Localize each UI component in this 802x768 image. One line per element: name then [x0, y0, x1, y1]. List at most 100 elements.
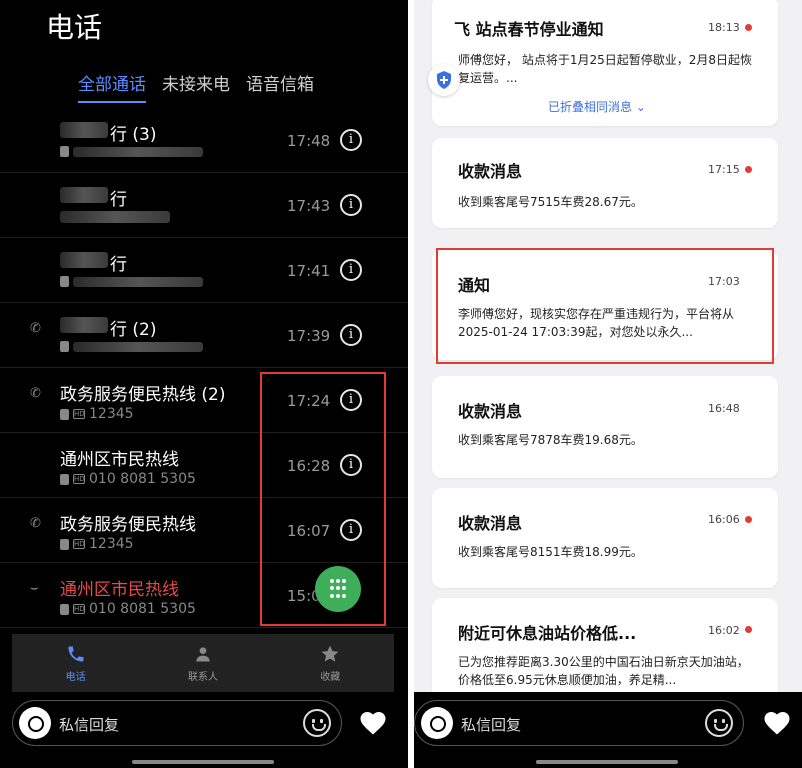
- message-card[interactable]: 收款消息 16:06 收到乘客尾号8151车费18.99元。: [432, 488, 778, 588]
- redaction: [60, 211, 170, 223]
- redaction: [60, 317, 108, 333]
- redaction: [60, 187, 108, 203]
- unread-dot: [745, 626, 752, 633]
- dialpad-button[interactable]: [315, 566, 361, 612]
- call-name: 政务服务便民热线: [60, 515, 196, 535]
- call-row[interactable]: 行 (3) 17:48 i: [0, 108, 408, 173]
- camera-icon[interactable]: [421, 707, 453, 739]
- call-name: 行 (3): [110, 125, 157, 145]
- reply-bar-right: 私信回复: [414, 700, 744, 746]
- call-number-text: 010 8081 5305: [89, 471, 196, 487]
- nav-item-phone[interactable]: 电话: [36, 644, 116, 683]
- card-body: 已为您推荐距离3.30公里的中国石油日新京天加油站，价格低至6.95元休息顺便加…: [458, 655, 749, 687]
- shield-glyph: [437, 71, 451, 89]
- collapsed-messages-link[interactable]: 已折叠相同消息 ⌄: [548, 98, 646, 115]
- outgoing-call-icon: ✆: [30, 321, 41, 336]
- message-card[interactable]: 收款消息 17:15 收到乘客尾号7515车费28.67元。: [432, 138, 778, 228]
- call-time: 17:41: [287, 262, 331, 280]
- nav-label: 联系人: [187, 671, 218, 683]
- tab-missed-calls[interactable]: 未接来电: [162, 70, 230, 103]
- call-number: HD 12345: [60, 536, 134, 552]
- call-log-screen: 电话 全部通话 未接来电 语音信箱 行 (3) 17:48 i 行 17:43 …: [0, 0, 408, 768]
- reply-bar-left: 私信回复: [12, 700, 342, 746]
- card-body: 收到乘客尾号7515车费28.67元。: [458, 195, 643, 209]
- call-number-text: 12345: [89, 536, 134, 552]
- call-time: 17:48: [287, 132, 331, 150]
- call-number-text: 12345: [89, 406, 134, 422]
- home-indicator: [536, 760, 678, 764]
- outgoing-call-icon: ✆: [30, 516, 41, 531]
- card-time: 16:02: [708, 624, 740, 637]
- emoji-icon[interactable]: [705, 709, 733, 737]
- info-icon[interactable]: i: [340, 194, 362, 216]
- call-name: 通州区市民热线: [60, 580, 179, 600]
- call-number-text: 010 8081 5305: [89, 601, 196, 617]
- info-icon[interactable]: i: [340, 324, 362, 346]
- nav-item-contacts[interactable]: 联系人: [163, 644, 243, 683]
- home-indicator: [132, 760, 274, 764]
- card-title: 飞 站点春节停业通知: [454, 20, 604, 39]
- unread-dot: [745, 24, 752, 31]
- call-number: [60, 146, 203, 157]
- call-name: 行 (2): [110, 320, 157, 340]
- call-time: 17:39: [287, 327, 331, 345]
- redaction: [60, 252, 108, 268]
- page-title: 电话: [46, 11, 103, 44]
- unread-dot: [745, 166, 752, 173]
- reply-input[interactable]: 私信回复: [59, 714, 119, 735]
- call-number: HD 010 8081 5305: [60, 471, 196, 487]
- call-name: 行: [110, 190, 127, 210]
- emoji-icon[interactable]: [303, 709, 331, 737]
- sim-icon: [60, 538, 69, 550]
- hd-icon: HD: [73, 474, 85, 484]
- card-title: 收款消息: [458, 162, 523, 181]
- redaction: [73, 341, 203, 352]
- bottom-nav: 电话 联系人 收藏: [12, 634, 394, 692]
- message-card[interactable]: 附近可休息油站价格低... 16:02 已为您推荐距离3.30公里的中国石油日新…: [432, 598, 778, 692]
- heart-icon[interactable]: [358, 708, 388, 736]
- sim-icon: [60, 408, 69, 420]
- shield-icon: [428, 64, 460, 96]
- outgoing-call-icon: ✆: [30, 386, 41, 401]
- redaction: [60, 122, 108, 138]
- unread-dot: [745, 516, 752, 523]
- card-title: 收款消息: [458, 402, 523, 421]
- phone-icon: [68, 646, 84, 661]
- call-row[interactable]: 行 17:43 i: [0, 173, 408, 238]
- sim-icon: [60, 603, 69, 615]
- call-number: HD 12345: [60, 406, 134, 422]
- sim-icon: [60, 146, 69, 157]
- call-name: 行: [110, 255, 127, 275]
- call-row[interactable]: 行 17:41 i: [0, 238, 408, 303]
- card-body: 师傅您好， 站点将于1月25日起暂停歇业，2月8日起恢复运营。...: [458, 53, 752, 85]
- contacts-icon: [196, 646, 210, 661]
- camera-icon[interactable]: [19, 707, 51, 739]
- card-title: 附近可休息油站价格低...: [458, 624, 637, 643]
- redaction: [73, 146, 203, 157]
- card-title: 收款消息: [458, 514, 523, 533]
- screenshot-root: 电话 全部通话 未接来电 语音信箱 行 (3) 17:48 i 行 17:43 …: [0, 0, 802, 768]
- tab-voicemail[interactable]: 语音信箱: [246, 70, 314, 103]
- nav-item-favorites[interactable]: 收藏: [290, 644, 370, 683]
- info-icon[interactable]: i: [340, 129, 362, 151]
- tab-all-calls[interactable]: 全部通话: [78, 70, 146, 103]
- hd-icon: HD: [73, 604, 85, 614]
- message-card[interactable]: 收款消息 16:48 收到乘客尾号7878车费19.68元。: [432, 376, 778, 478]
- call-number: HD 010 8081 5305: [60, 601, 196, 617]
- call-row[interactable]: ✆ 行 (2) 17:39 i: [0, 303, 408, 368]
- card-time: 17:15: [708, 163, 740, 176]
- card-body: 收到乘客尾号8151车费18.99元。: [458, 545, 643, 559]
- star-icon: [321, 645, 339, 662]
- call-number: [60, 341, 203, 352]
- card-time: 16:06: [708, 513, 740, 526]
- sim-icon: [60, 341, 69, 352]
- redaction: [73, 276, 203, 287]
- heart-icon[interactable]: [762, 708, 792, 736]
- reply-input[interactable]: 私信回复: [461, 714, 521, 735]
- message-card[interactable]: 飞 站点春节停业通知 18:13 师傅您好， 站点将于1月25日起暂停歇业，2月…: [432, 0, 778, 126]
- card-body: 收到乘客尾号7878车费19.68元。: [458, 433, 643, 447]
- dialpad-icon: [330, 579, 346, 599]
- info-icon[interactable]: i: [340, 259, 362, 281]
- sim-icon: [60, 473, 69, 485]
- hd-icon: HD: [73, 409, 85, 419]
